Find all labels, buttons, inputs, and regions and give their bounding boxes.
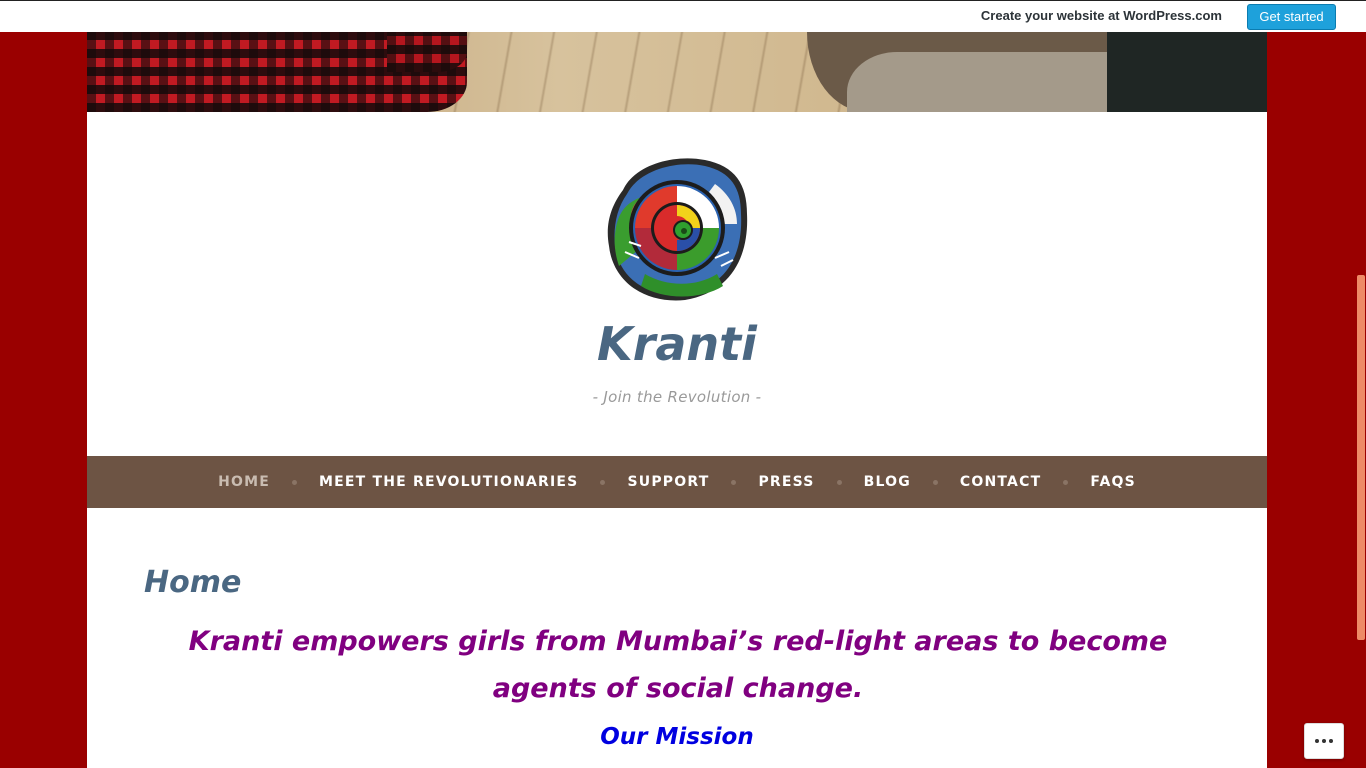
nav-separator: [292, 479, 297, 485]
nav-item-contact[interactable]: CONTACT: [960, 474, 1041, 490]
header-image: [87, 32, 1267, 112]
lead-text: Kranti empowers girls from Mumbai’s red-…: [188, 626, 1168, 704]
wordpress-top-bar: Create your website at WordPress.com Get…: [0, 0, 1366, 32]
main-navigation: HOME MEET THE REVOLUTIONARIES SUPPORT PR…: [87, 456, 1267, 508]
nav-item-press[interactable]: PRESS: [758, 474, 814, 490]
more-horizontal-icon: [1315, 739, 1319, 743]
nav-item-home[interactable]: HOME: [218, 474, 270, 490]
get-started-button[interactable]: Get started: [1247, 4, 1336, 30]
mission-heading: Our Mission: [600, 724, 754, 750]
create-website-link[interactable]: Create your website at WordPress.com: [981, 8, 1222, 23]
page-title: Home: [144, 565, 242, 600]
nav-separator: [836, 479, 842, 485]
nav-separator: [1063, 479, 1069, 485]
site-logo[interactable]: [605, 154, 749, 304]
nav-separator: [600, 479, 606, 485]
page-container: Kranti - Join the Revolution - HOME MEET…: [87, 32, 1267, 768]
nav-separator: [731, 479, 737, 485]
nav-item-meet-the-revolutionaries[interactable]: MEET THE REVOLUTIONARIES: [319, 474, 578, 490]
more-options-button[interactable]: [1304, 723, 1344, 759]
site-tagline: - Join the Revolution -: [592, 388, 762, 406]
kranti-logo-icon: [607, 158, 748, 301]
nav-item-faqs[interactable]: FAQS: [1090, 474, 1136, 490]
nav-item-support[interactable]: SUPPORT: [627, 474, 709, 490]
nav-separator: [932, 479, 938, 485]
scrollbar-thumb[interactable]: [1357, 275, 1365, 640]
scrollbar[interactable]: [1356, 32, 1366, 768]
site-title[interactable]: Kranti: [87, 317, 1267, 371]
nav-item-blog[interactable]: BLOG: [864, 474, 911, 490]
